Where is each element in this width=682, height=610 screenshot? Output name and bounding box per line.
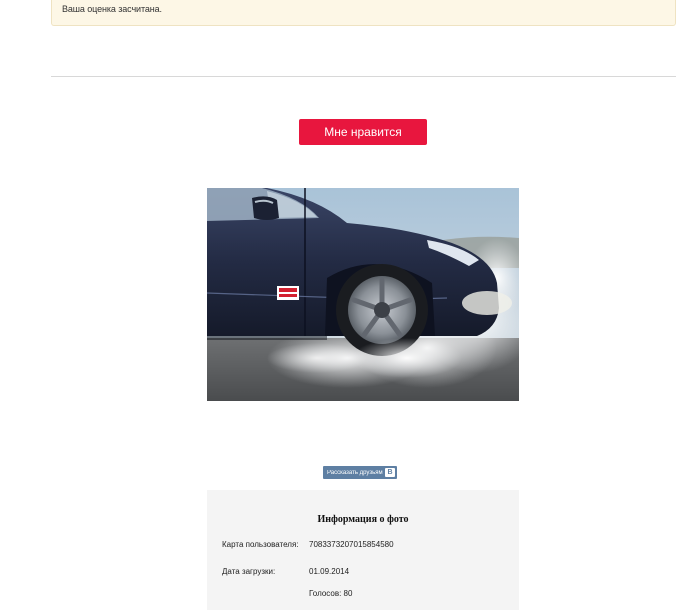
- vk-share-button[interactable]: Рассказать друзьям В: [323, 466, 397, 479]
- car-photo-image: [207, 188, 519, 401]
- success-notice: Ваша оценка засчитана.: [51, 0, 676, 26]
- upload-date-label: Дата загрузки:: [222, 567, 276, 576]
- user-card-label: Карта пользователя:: [222, 540, 299, 549]
- photo-info-title: Информация о фото: [317, 514, 409, 525]
- like-button[interactable]: Мне нравится: [299, 119, 427, 145]
- upload-date-value: 01.09.2014: [309, 567, 350, 576]
- user-card-value: 7083373207015854580: [309, 540, 394, 549]
- vk-share-label: Рассказать друзьям: [327, 469, 383, 476]
- photo-info-panel: Информация о фото Карта пользователя: 70…: [207, 490, 519, 610]
- notice-text: Ваша оценка засчитана.: [62, 4, 162, 14]
- vk-logo-icon: В: [385, 468, 395, 477]
- votes-count: Голосов: 80: [309, 589, 353, 598]
- car-photo[interactable]: [207, 188, 519, 401]
- divider: [51, 76, 676, 77]
